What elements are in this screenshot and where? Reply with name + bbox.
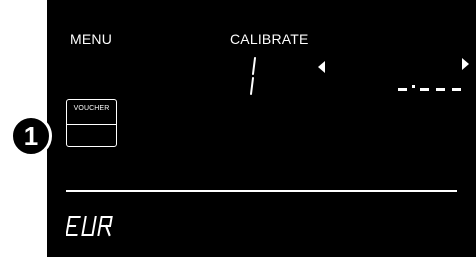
segment-digit-one [250, 57, 256, 95]
callout-number: 1 [10, 115, 52, 157]
voucher-button[interactable]: VOUCHER [66, 99, 117, 147]
voucher-divider [67, 124, 116, 125]
currency-readout [66, 216, 113, 237]
display-divider [66, 190, 457, 192]
calibrate-label[interactable]: CALIBRATE [230, 31, 309, 47]
segment-readout [398, 85, 461, 91]
voucher-label: VOUCHER [73, 105, 110, 112]
triangle-right-icon[interactable] [462, 58, 469, 70]
device-screen-figure: MENU CALIBRATE VOUCHER 1 [0, 0, 476, 257]
menu-label[interactable]: MENU [70, 31, 112, 47]
lcd-display: MENU CALIBRATE VOUCHER [47, 0, 476, 257]
triangle-left-icon[interactable] [318, 61, 325, 73]
